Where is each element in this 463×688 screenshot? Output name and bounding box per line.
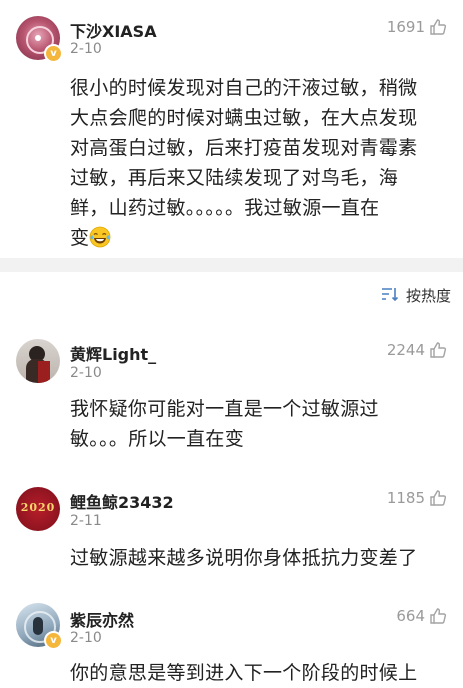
sort-icon	[380, 286, 400, 306]
section-divider	[0, 258, 463, 272]
post-text-line-end: 变	[70, 227, 90, 249]
verified-badge: v	[44, 631, 63, 650]
like-count: 1691	[386, 18, 425, 36]
thumb-up-icon	[429, 607, 447, 625]
like-count: 664	[396, 607, 425, 625]
like-button[interactable]: 1691	[387, 18, 447, 36]
like-button[interactable]: 2244	[387, 341, 447, 359]
sort-label: 按热度	[405, 287, 451, 305]
comment-text: 我怀疑你可能对一直是一个过敏源过 敏。。。所以一直在变	[70, 394, 450, 454]
verified-badge: v	[44, 44, 63, 63]
sort-by-hot-button[interactable]: 按热度	[380, 285, 451, 306]
comment-text-line: 你的意思是等到进入下一个阶段的时候上	[70, 662, 418, 684]
post-text-line: 变	[70, 223, 450, 257]
post-text: 很小的时候发现对自己的汗液过敏，稍微 大点会爬的时候对螨虫过敏，在大点发现 对高…	[70, 73, 450, 257]
thumb-up-icon	[429, 341, 447, 359]
comment-date: 2-10	[70, 365, 102, 381]
comment-text: 过敏源越来越多说明你身体抵抗力变差了	[70, 543, 450, 573]
comment-text-line: 过敏源越来越多说明你身体抵抗力变差了	[70, 547, 418, 569]
avatar[interactable]: 2020	[16, 487, 60, 531]
username[interactable]: 下沙XIASA	[70, 18, 157, 42]
thumb-up-icon	[429, 489, 447, 507]
comment-text: 你的意思是等到进入下一个阶段的时候上	[70, 658, 450, 688]
post-text-line: 大点会爬的时候对螨虫过敏，在大点发现	[70, 107, 418, 129]
avatar[interactable]	[16, 339, 60, 383]
comment-date: 2-11	[70, 513, 102, 529]
laughing-tears-emoji-icon	[89, 226, 111, 257]
username[interactable]: 黄辉Light_	[70, 341, 156, 365]
comment-date: 2-10	[70, 630, 102, 646]
like-button[interactable]: 664	[396, 607, 447, 625]
post-text-line: 鲜，山药过敏。。。。。我过敏源一直在	[70, 197, 380, 219]
username[interactable]: 紫辰亦然	[70, 607, 134, 631]
username[interactable]: 鲤鱼鲸23432	[70, 489, 174, 513]
post-text-line: 对高蛋白过敏，后来打疫苗发现对青霉素	[70, 137, 418, 159]
comment-text-line: 敏。。。所以一直在变	[70, 428, 245, 450]
comment-text-line: 我怀疑你可能对一直是一个过敏源过	[70, 398, 379, 420]
top-post: v 下沙XIASA 2-10 1691 很小的时候发现对自己的汗液过敏，稍微 大…	[0, 0, 463, 258]
like-button[interactable]: 1185	[387, 489, 447, 507]
thumb-up-icon	[429, 18, 447, 36]
post-text-line: 很小的时候发现对自己的汗液过敏，稍微	[70, 77, 418, 99]
post-date: 2-10	[70, 41, 102, 57]
avatar-text: 2020	[20, 501, 56, 514]
like-count: 1185	[386, 489, 425, 507]
like-count: 2244	[386, 341, 425, 359]
post-text-line: 过敏，再后来又陆续发现了对鸟毛，海	[70, 167, 399, 189]
